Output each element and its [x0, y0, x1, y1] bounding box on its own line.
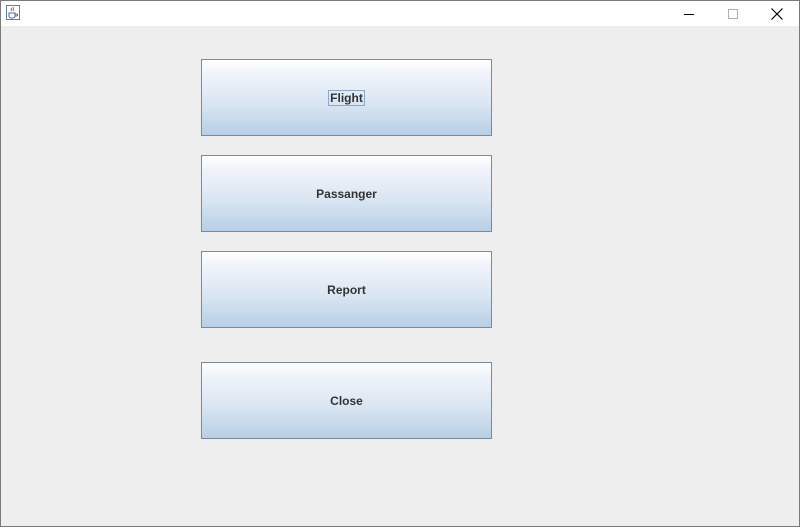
minimize-icon	[684, 13, 694, 15]
maximize-button[interactable]	[711, 1, 755, 26]
title-bar[interactable]	[1, 1, 799, 26]
content-panel: Flight Passanger Report Close	[1, 26, 799, 526]
application-window: Flight Passanger Report Close	[0, 0, 800, 527]
passanger-button[interactable]: Passanger	[201, 155, 492, 232]
maximize-icon	[728, 8, 738, 19]
close-window-button[interactable]	[755, 1, 799, 26]
close-button-label: Close	[330, 393, 363, 408]
close-button[interactable]: Close	[201, 362, 492, 439]
flight-button[interactable]: Flight	[201, 59, 492, 136]
flight-button-label: Flight	[328, 89, 365, 106]
minimize-button[interactable]	[667, 1, 711, 26]
passanger-button-label: Passanger	[316, 186, 377, 201]
java-cup-icon[interactable]	[6, 5, 20, 20]
report-button[interactable]: Report	[201, 251, 492, 328]
close-icon	[771, 7, 783, 20]
report-button-label: Report	[327, 282, 366, 297]
